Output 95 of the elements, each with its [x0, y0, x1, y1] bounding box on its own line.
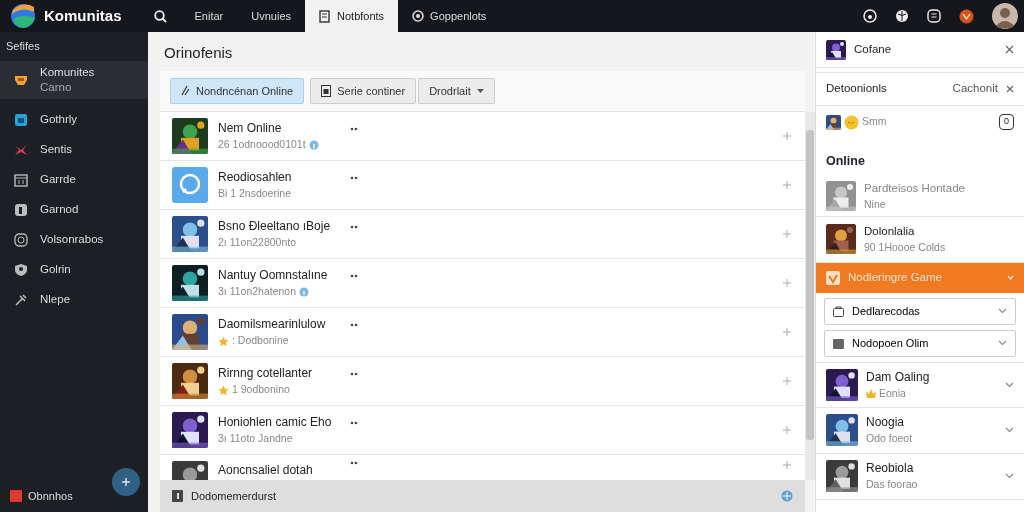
friend-name: Dolonlalia	[864, 223, 916, 239]
dropdown-select[interactable]: Nodopoen Olim	[824, 329, 1016, 357]
panel-action-link[interactable]: Cachonit	[952, 80, 998, 98]
row-title: Honiohlen camic Eho	[218, 414, 333, 432]
game-title: Reobiola	[866, 460, 915, 478]
dots-icon[interactable]	[350, 372, 358, 376]
nav-tab[interactable]: Notbfonts	[305, 0, 399, 32]
friend-row[interactable]: Dolonlalia 90 1Hoooe Colds	[816, 216, 1024, 263]
document-icon[interactable]	[927, 9, 941, 23]
row-title: Daomilsmearinlulow	[218, 316, 327, 334]
sidebar-footer-label[interactable]: Obnnhos	[28, 487, 73, 504]
friend-status: Nine	[864, 197, 887, 212]
search-icon	[153, 9, 167, 23]
chevron-down-icon	[1005, 473, 1014, 480]
row-title: Aoncnsaliel dotah	[218, 462, 314, 479]
sidebar-item[interactable]: Komunites Carno	[0, 60, 148, 99]
shield-icon	[14, 262, 28, 277]
dots-icon[interactable]	[350, 274, 358, 278]
calendar-icon	[14, 172, 28, 187]
tool-icon	[14, 292, 28, 307]
member-count-badge: 0	[999, 114, 1014, 130]
nav-tab[interactable]: Uvnuies	[237, 0, 305, 32]
friend-name: Pardteisos Hontade	[864, 180, 965, 196]
add-button[interactable]	[112, 468, 140, 496]
row-title: Reodiosahlen	[218, 169, 293, 187]
game-title: Dam Oaling	[866, 368, 930, 386]
page-title: Orinofenis	[163, 43, 234, 63]
star-burst-icon	[14, 142, 28, 157]
app-icon	[14, 112, 28, 127]
toolbar-button[interactable]: Nondncénan Online	[170, 77, 305, 104]
row-subtitle: 3ı 11on2hatenon	[218, 284, 297, 300]
dots-icon[interactable]	[350, 176, 358, 180]
sidebar-item[interactable]: Garnod	[0, 194, 148, 225]
game-subtitle: Das foorao	[866, 477, 918, 493]
friend-row[interactable]: Pardteisos Hontade Nine	[816, 176, 1024, 217]
sidebar-item[interactable]: Garrde	[0, 164, 148, 195]
document-icon	[319, 9, 331, 23]
game-subtitle: Odo foeot	[866, 431, 913, 447]
help-icon[interactable]	[863, 9, 877, 23]
members-label: Smm	[862, 114, 887, 130]
panel-subheading: Detoonionls	[826, 81, 887, 97]
bag-icon	[833, 305, 844, 317]
avatar-icon[interactable]	[992, 3, 1018, 29]
sidebar-item[interactable]: Sentis	[0, 134, 148, 165]
close-icon[interactable]	[1005, 45, 1014, 54]
notification-icon[interactable]	[959, 8, 974, 24]
dots-icon[interactable]	[350, 323, 358, 327]
row-title: Bsno Ðleeltano ıBoje	[218, 218, 332, 236]
dots-icon[interactable]	[350, 421, 358, 425]
chevron-down-icon	[1005, 381, 1014, 388]
game-title: Noogia	[866, 414, 906, 432]
chevron-down-icon	[998, 340, 1007, 347]
row-title: Nem Online	[218, 120, 283, 138]
game-subtitle: Eonia	[879, 385, 906, 401]
toolbar-button[interactable]: Drodrlait	[418, 77, 495, 104]
dots-icon[interactable]	[350, 225, 358, 229]
sidebar-heading: Sefifes	[5, 39, 41, 54]
dots-icon[interactable]	[350, 127, 358, 131]
row-subtitle: 1 9odbonino	[232, 382, 290, 398]
toolbar-button[interactable]: Serie continer	[310, 77, 417, 104]
friend-status: 90 1Hoooe Colds	[864, 240, 946, 255]
row-subtitle: 3ı 11oto Jandne	[218, 431, 293, 447]
row-title: Rirnng cotellanter	[218, 365, 314, 383]
square-icon	[10, 489, 22, 502]
sidebar-item[interactable]: Volsonrabos	[0, 224, 148, 255]
game-row[interactable]: Noogia Odo foeot	[816, 407, 1024, 454]
document-icon	[321, 84, 332, 97]
plus-icon	[121, 477, 131, 487]
nav-tab[interactable]: Goppenlots	[398, 0, 501, 32]
game-row[interactable]: Dam Oaling Eonia	[816, 361, 1024, 408]
chevron-down-icon	[998, 308, 1007, 315]
row-subtitle: Bi 1 2nsdoerine	[218, 186, 291, 202]
file-icon	[172, 490, 183, 502]
close-icon[interactable]	[1006, 85, 1014, 93]
row-subtitle: 2ı 11on22800nto	[218, 235, 297, 251]
sidebar-item[interactable]: Nlepe	[0, 284, 148, 315]
sidebar-item[interactable]: Golrin	[0, 254, 148, 285]
row-subtitle: : Dodbonine	[232, 333, 289, 349]
sidebar-item[interactable]: Gothrly	[0, 104, 148, 135]
section-heading: Online	[825, 153, 866, 170]
game-row[interactable]: Reobiola Das foorao	[816, 453, 1024, 500]
dropdown-select[interactable]: Dedlarecodas	[824, 297, 1016, 325]
panel-title: Cofane	[854, 41, 892, 57]
coin-icon	[844, 114, 859, 130]
row-title: Nantuy Oomnstalıne	[218, 267, 329, 285]
chevron-down-icon	[1007, 275, 1014, 281]
chevron-down-icon	[1005, 427, 1014, 434]
app-name: Komunitas	[44, 5, 122, 26]
camera-icon	[14, 232, 28, 247]
row-subtitle: 26 1odnoood0101t	[218, 137, 306, 153]
nav-tab[interactable]: Enitar	[180, 0, 238, 32]
logo-icon	[10, 3, 36, 29]
dots-icon[interactable]	[350, 461, 358, 465]
link-icon	[181, 85, 190, 97]
footer-label: Dodomemerdurst	[191, 488, 276, 504]
